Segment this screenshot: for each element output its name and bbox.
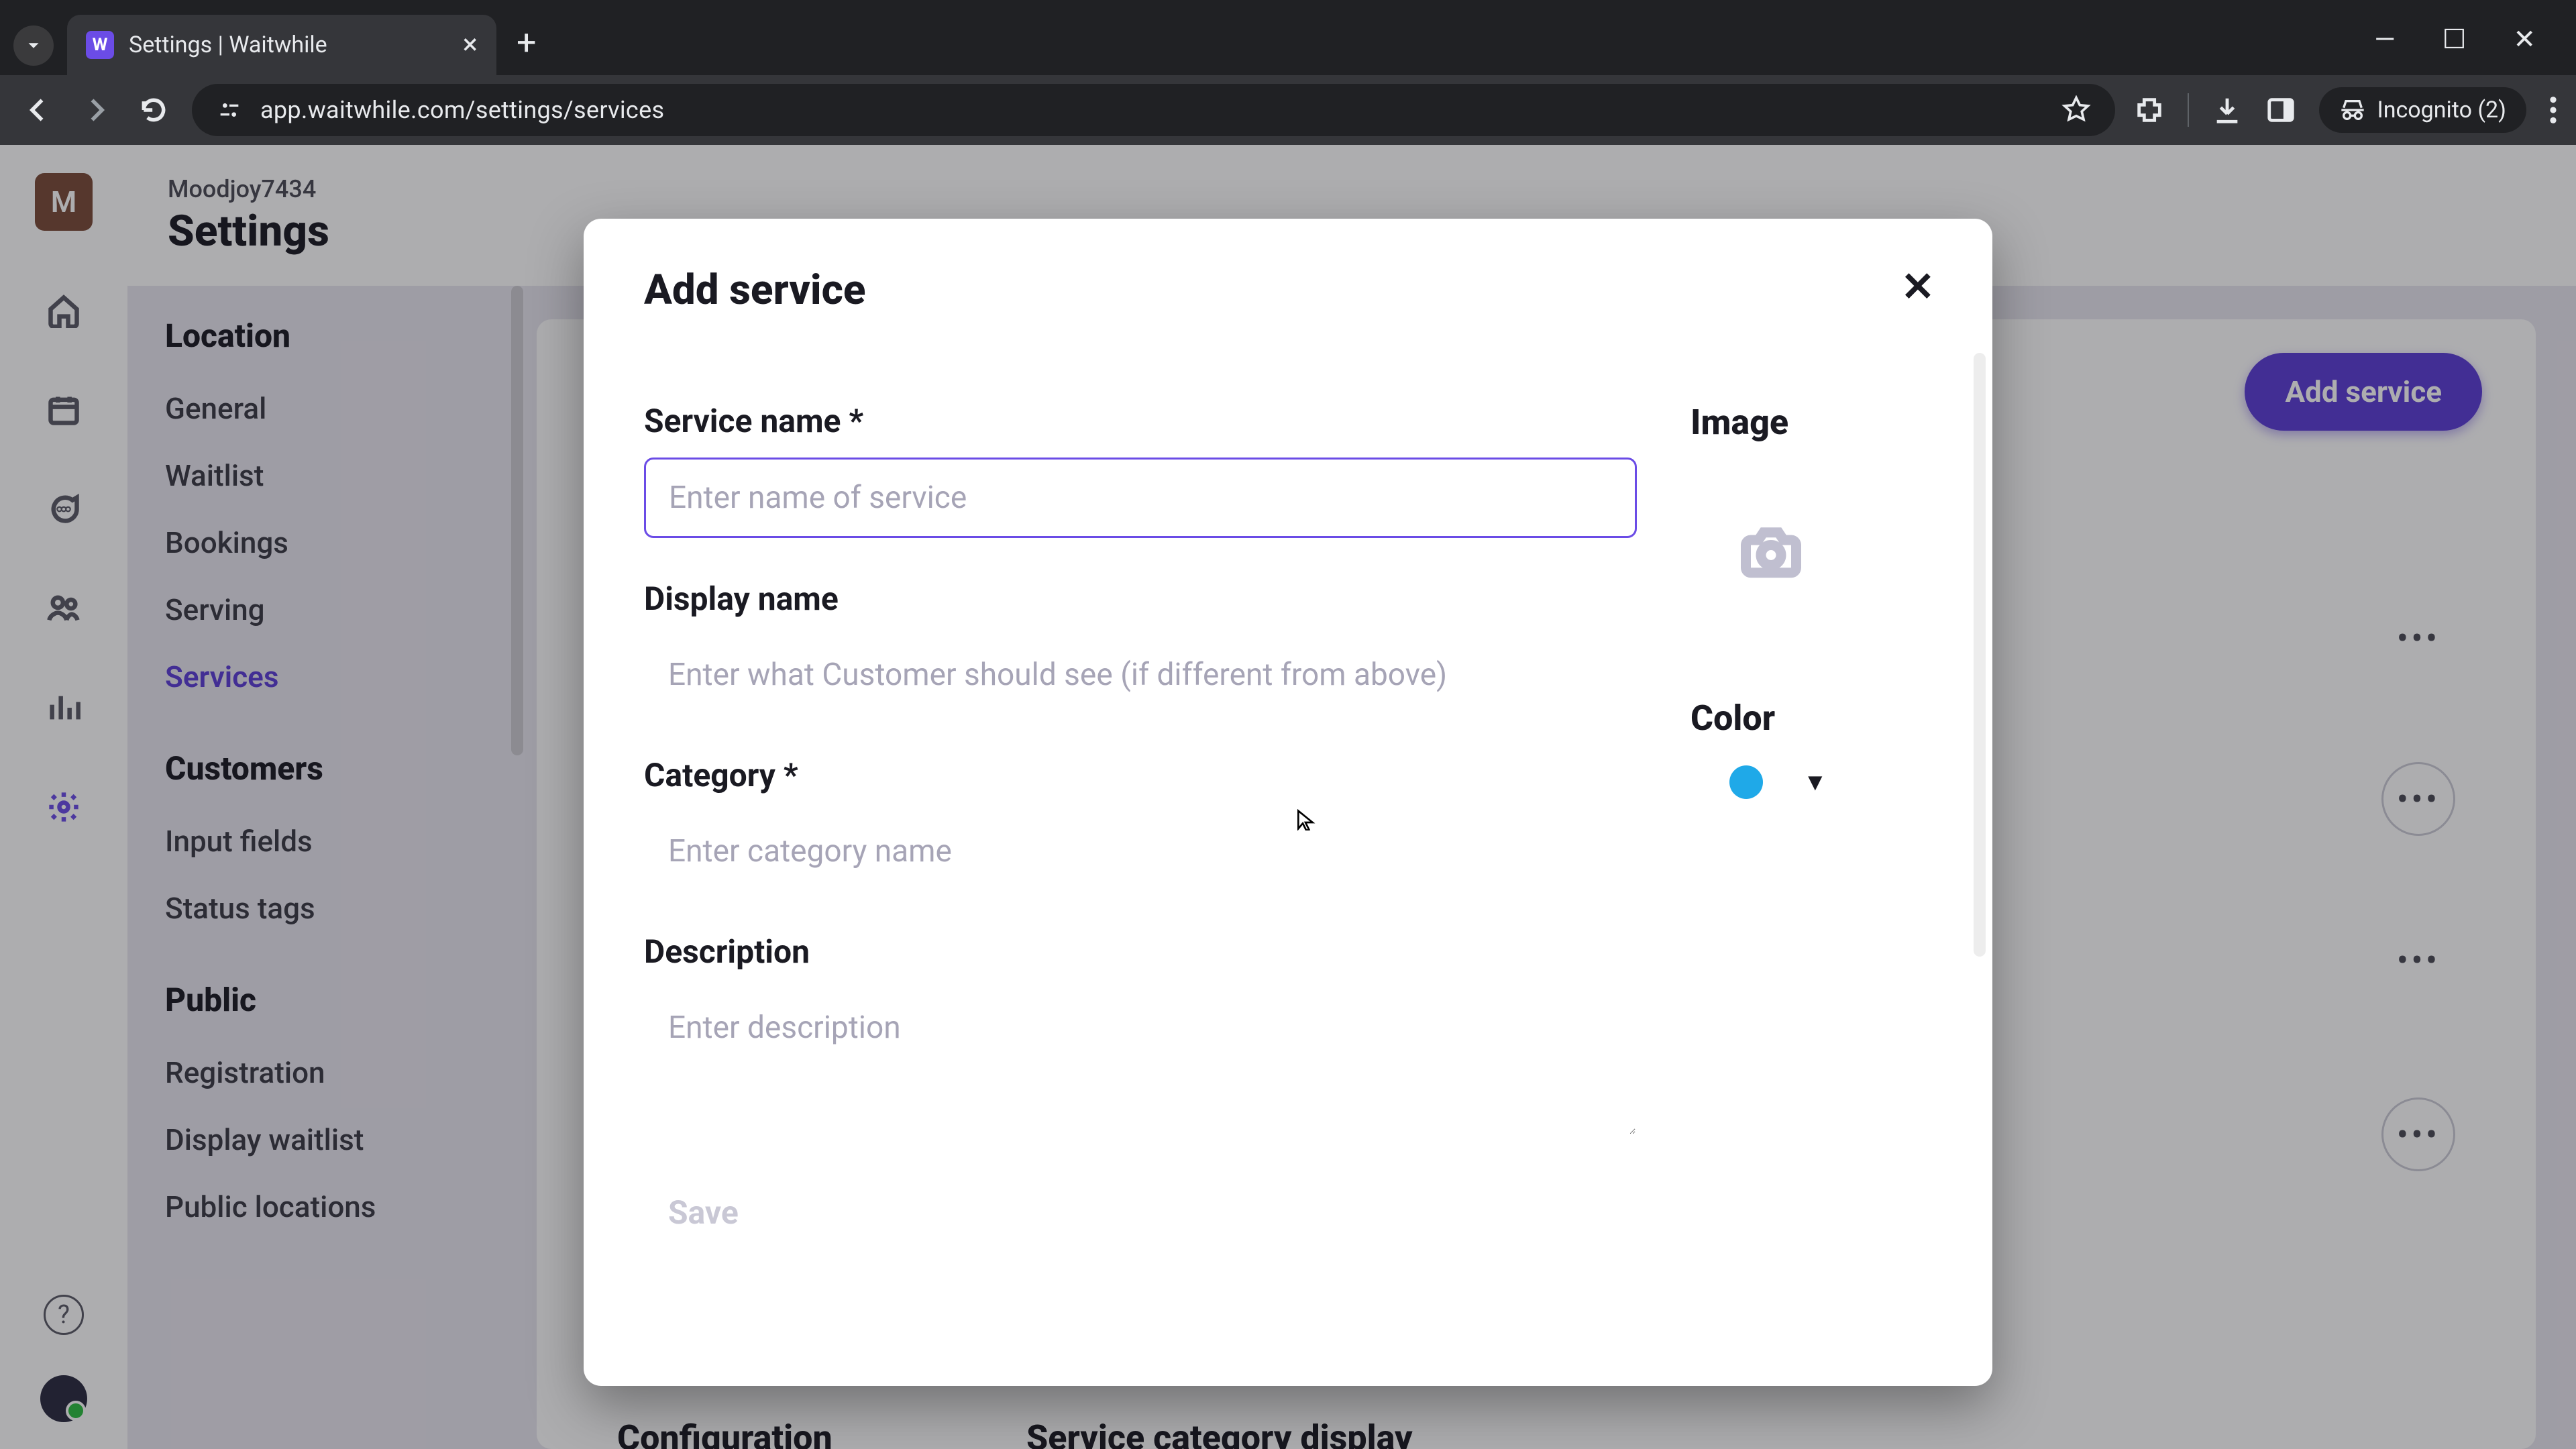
back-button[interactable] [19, 91, 58, 129]
add-service-modal: Add service ✕ Service name * Display nam… [584, 219, 1992, 1386]
new-tab-button[interactable]: + [496, 22, 557, 75]
display-name-input[interactable] [644, 635, 1637, 714]
incognito-icon [2339, 97, 2366, 123]
window-controls: — ☐ ✕ [2347, 23, 2563, 75]
tab-close-button[interactable]: × [463, 31, 478, 59]
browser-tab[interactable]: W Settings | Waitwhile × [67, 15, 496, 75]
modal-scrollbar[interactable] [1974, 353, 1986, 957]
service-name-label: Service name * [644, 402, 1637, 440]
tab-search-button[interactable] [13, 25, 54, 66]
reload-button[interactable] [134, 91, 173, 129]
color-label: Color [1690, 698, 1932, 739]
kebab-menu-icon[interactable] [2549, 95, 2557, 125]
camera-icon [1741, 520, 1801, 580]
service-name-input[interactable] [644, 458, 1637, 538]
page-viewport: M ? Moodjoy7434 Settings Location Genera… [0, 145, 2576, 1449]
description-input[interactable] [644, 988, 1637, 1136]
category-input[interactable] [644, 812, 1637, 891]
display-name-label: Display name [644, 580, 1637, 618]
save-button[interactable]: Save [644, 1180, 763, 1245]
browser-window: W Settings | Waitwhile × + — ☐ ✕ app.wai… [0, 0, 2576, 1449]
color-picker[interactable]: ▼ [1729, 765, 1932, 799]
incognito-indicator[interactable]: Incognito (2) [2319, 87, 2526, 133]
chevron-down-icon: ▼ [1803, 768, 1827, 796]
bookmark-star-icon[interactable] [2061, 95, 2091, 125]
category-label: Category * [644, 756, 1637, 794]
tab-strip: W Settings | Waitwhile × + — ☐ ✕ [0, 0, 2576, 75]
forward-button[interactable] [76, 91, 115, 129]
tab-title: Settings | Waitwhile [129, 32, 327, 58]
toolbar-divider [2188, 93, 2189, 127]
address-bar[interactable]: app.waitwhile.com/settings/services [192, 84, 2115, 136]
tab-favicon: W [86, 31, 114, 59]
extensions-icon[interactable] [2134, 95, 2165, 125]
browser-toolbar: app.waitwhile.com/settings/services Inco… [0, 75, 2576, 145]
image-upload-drop[interactable] [1717, 496, 1825, 604]
url-text: app.waitwhile.com/settings/services [260, 96, 664, 124]
window-minimize-button[interactable]: — [2374, 23, 2395, 55]
side-panel-icon[interactable] [2265, 95, 2296, 125]
downloads-icon[interactable] [2212, 95, 2243, 125]
incognito-label: Incognito (2) [2377, 97, 2506, 123]
color-swatch [1729, 765, 1763, 799]
window-maximize-button[interactable]: ☐ [2443, 23, 2467, 55]
site-settings-icon[interactable] [216, 97, 243, 123]
window-close-button[interactable]: ✕ [2513, 23, 2536, 55]
modal-close-button[interactable]: ✕ [1901, 263, 1935, 311]
description-label: Description [644, 932, 1637, 971]
image-label: Image [1690, 402, 1932, 443]
modal-title: Add service [644, 266, 1932, 315]
